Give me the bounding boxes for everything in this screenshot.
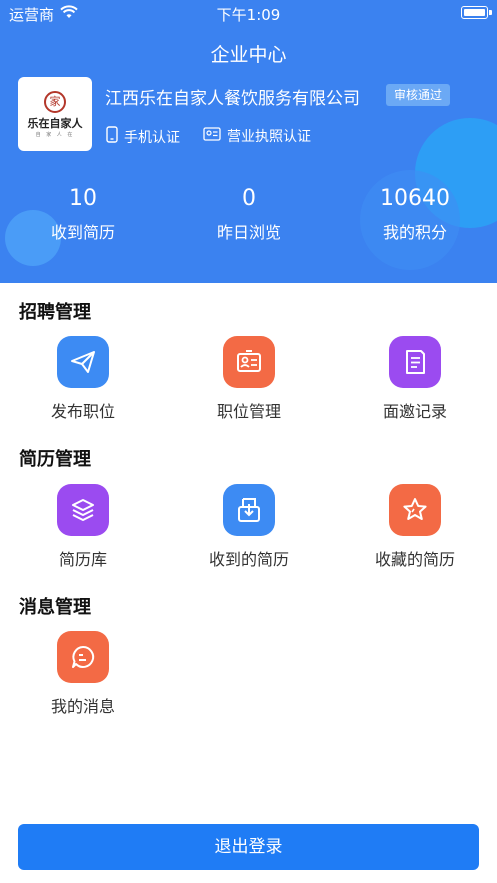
item-label: 收藏的简历: [374, 550, 455, 569]
item-label: 发布职位: [50, 402, 115, 421]
item-label: 收到的简历: [208, 550, 289, 569]
logo-text: 乐在自家人: [27, 117, 83, 130]
stat-label: 昨日浏览: [216, 223, 281, 242]
license-auth[interactable]: 营业执照认证: [203, 126, 311, 146]
main-content: 招聘管理 发布职位 职位管理 面邀记录 简历管理 简历库 收到的简历 收藏的简历…: [0, 283, 497, 823]
status-bar: 运营商 下午1:09: [0, 0, 497, 26]
menu-item-received-resumes[interactable]: 收到的简历: [166, 484, 332, 570]
menu-item-manage-jobs[interactable]: 职位管理: [166, 336, 332, 422]
section-title-recruit: 招聘管理: [19, 302, 91, 323]
stat-label: 收到简历: [50, 223, 115, 242]
company-logo[interactable]: 家 乐在自家人 自 家 人 在: [18, 77, 92, 151]
document-icon: [389, 336, 441, 388]
section-title-resume: 简历管理: [19, 449, 91, 470]
phone-auth[interactable]: 手机认证: [106, 126, 180, 147]
menu-item-resume-library[interactable]: 简历库: [0, 484, 166, 570]
item-label: 我的消息: [50, 697, 115, 716]
battery-icon: [461, 6, 492, 19]
stat-label: 我的积分: [382, 223, 447, 242]
stat-value: 10: [69, 186, 97, 211]
stat-views[interactable]: 0 昨日浏览: [166, 186, 332, 243]
stat-value: 0: [242, 186, 256, 211]
clock: 下午1:09: [216, 6, 281, 24]
stat-resumes[interactable]: 10 收到简历: [0, 186, 166, 243]
phone-icon: [106, 126, 118, 147]
menu-item-interview-records[interactable]: 面邀记录: [332, 336, 497, 422]
stat-value: 10640: [380, 186, 450, 211]
license-icon: [203, 127, 221, 145]
star-icon: [389, 484, 441, 536]
item-label: 面邀记录: [382, 402, 447, 421]
layers-icon: [57, 484, 109, 536]
header: 运营商 下午1:09 企业中心 家 乐在自家人 自 家 人 在 江西乐在自家人餐…: [0, 0, 497, 283]
menu-item-my-messages[interactable]: 我的消息: [0, 631, 166, 717]
menu-item-post-job[interactable]: 发布职位: [0, 336, 166, 422]
company-name: 江西乐在自家人餐饮服务有限公司: [105, 89, 360, 109]
id-card-icon: [223, 336, 275, 388]
logo-subtext: 自 家 人 在: [35, 132, 75, 138]
phone-auth-label: 手机认证: [124, 129, 180, 146]
audit-status-badge: 审核通过: [386, 84, 451, 106]
chat-bubble-icon: [57, 631, 109, 683]
stat-points[interactable]: 10640 我的积分: [332, 186, 497, 243]
logout-button[interactable]: 退出登录: [18, 824, 479, 870]
section-title-message: 消息管理: [19, 597, 91, 618]
menu-item-saved-resumes[interactable]: 收藏的简历: [332, 484, 497, 570]
page-title: 企业中心: [210, 44, 287, 66]
logo-seal: 家: [44, 91, 66, 113]
license-auth-label: 营业执照认证: [227, 129, 311, 145]
inbox-download-icon: [223, 484, 275, 536]
item-label: 职位管理: [216, 402, 281, 421]
item-label: 简历库: [58, 550, 107, 569]
paper-plane-icon: [57, 336, 109, 388]
